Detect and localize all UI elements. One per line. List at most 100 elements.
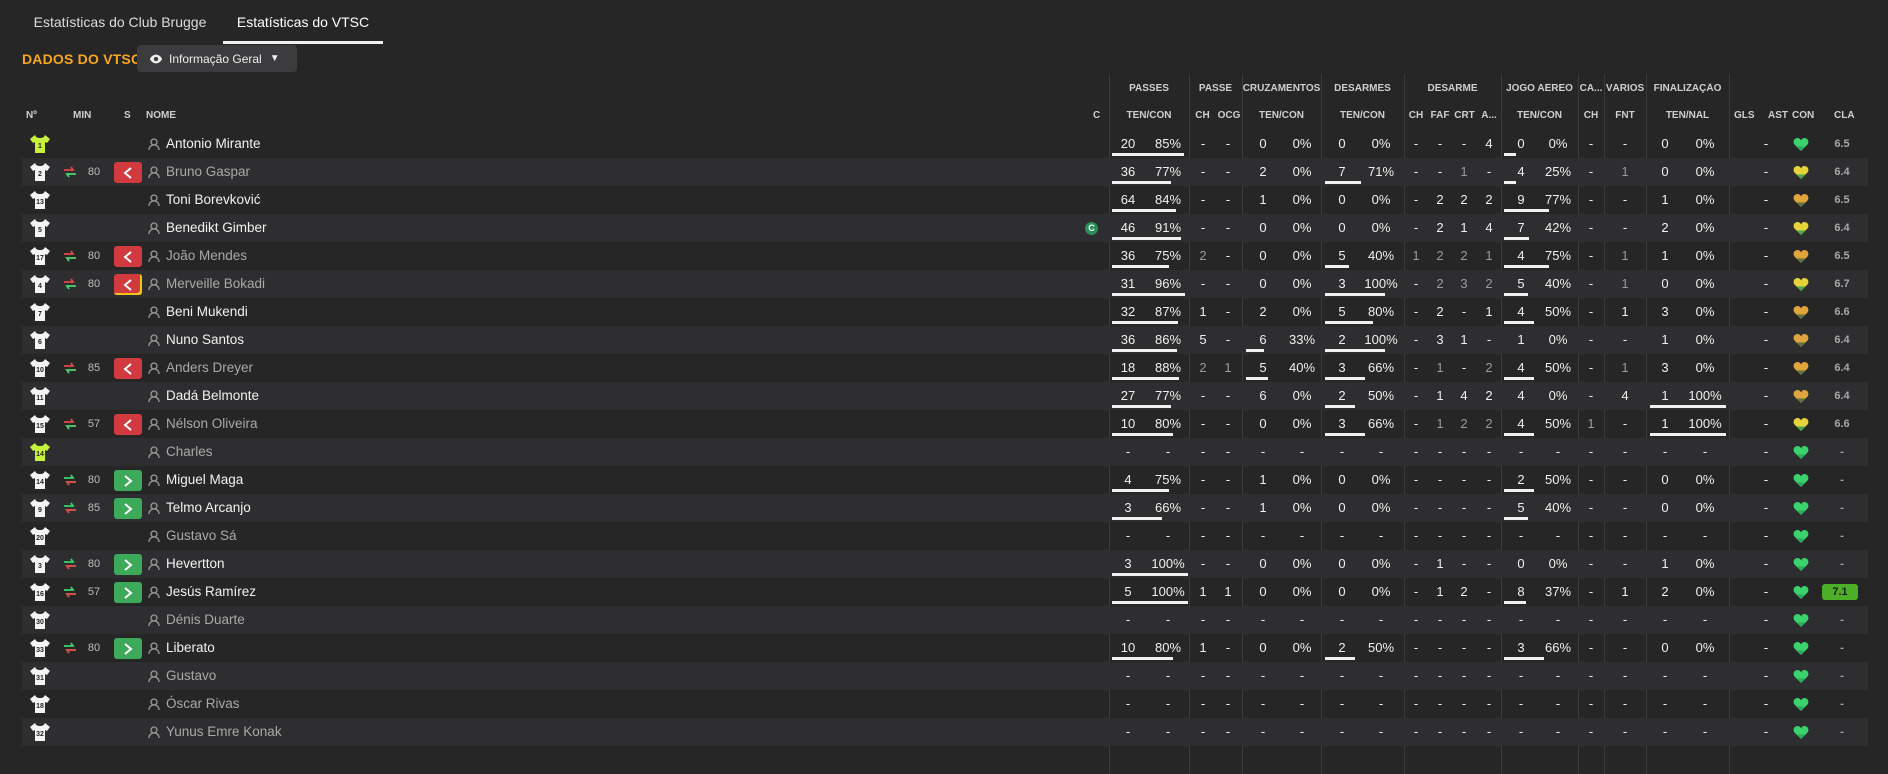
player-profile-icon[interactable] xyxy=(148,446,160,458)
player-name[interactable]: Bruno Gaspar xyxy=(166,158,250,186)
substituted-off-button[interactable] xyxy=(114,414,142,435)
player-profile-icon[interactable] xyxy=(148,334,160,346)
player-row[interactable]: 32 Yunus Emre Konak - - - - - - - - - - - - - - - - - - - - xyxy=(22,718,1868,746)
player-row[interactable]: 10 85 Anders Dreyer 18 88% 2 1 5 40% 3 66% -1-2 4 50%… xyxy=(22,354,1868,382)
player-name[interactable]: Toni Borevković xyxy=(166,186,261,214)
player-name[interactable]: João Mendes xyxy=(166,242,247,270)
stat-value: 71% xyxy=(1367,164,1395,179)
player-name[interactable]: Antonio Mirante xyxy=(166,130,261,158)
chevron-down-icon: ▼ xyxy=(269,53,280,64)
substituted-off-button[interactable] xyxy=(114,358,142,379)
player-name[interactable]: Jesús Ramírez xyxy=(166,578,256,606)
player-row[interactable]: 4 80 Merveille Bokadi 31 96% - -0 0% 3 100% -2 3 2 5 4… xyxy=(22,270,1868,298)
player-name[interactable]: Beni Mukendi xyxy=(166,298,248,326)
player-row[interactable]: 20 Gustavo Sá - - - - - - - - - - - - - - - - - - - - xyxy=(22,522,1868,550)
player-profile-icon[interactable] xyxy=(148,474,160,486)
substituted-on-button[interactable] xyxy=(114,554,142,575)
player-name[interactable]: Gustavo xyxy=(166,662,216,690)
player-profile-icon[interactable] xyxy=(148,558,160,570)
tab-club-brugge-stats[interactable]: Estatísticas do Club Brugge xyxy=(22,0,218,44)
player-row[interactable]: 3 80 Hevertton 3 100% - -0 0% 0 0% -1- -0 0% - -1 0% - - xyxy=(22,550,1868,578)
player-name[interactable]: Gustavo Sá xyxy=(166,522,237,550)
col-minutes-header[interactable]: MIN xyxy=(73,110,91,121)
substituted-on-button[interactable] xyxy=(114,498,142,519)
col-rating-header[interactable]: CLA xyxy=(1834,110,1855,121)
player-profile-icon[interactable] xyxy=(148,670,160,682)
player-name[interactable]: Dénis Duarte xyxy=(166,606,245,634)
player-row[interactable]: 11 Dadá Belmonte 27 77% - -6 0% 2 50% -1 4 2 4 0% -4 1 1… xyxy=(22,382,1868,410)
player-name[interactable]: Nélson Oliveira xyxy=(166,410,258,438)
player-row[interactable]: 7 Beni Mukendi 32 87% 1-2 0% 5 80% -2-1 4 50% -1 3 0%… xyxy=(22,298,1868,326)
player-name[interactable]: Merveille Bokadi xyxy=(166,270,265,298)
player-profile-icon[interactable] xyxy=(148,502,160,514)
substituted-off-button[interactable] xyxy=(114,274,142,295)
player-profile-icon[interactable] xyxy=(148,614,160,626)
player-name[interactable]: Liberato xyxy=(166,634,215,662)
player-profile-icon[interactable] xyxy=(148,194,160,206)
col-name-header[interactable]: NOME xyxy=(146,110,176,121)
player-name[interactable]: Dadá Belmonte xyxy=(166,382,259,410)
player-name[interactable]: Charles xyxy=(166,438,213,466)
player-profile-icon[interactable] xyxy=(148,726,160,738)
view-selector-button[interactable]: Informação Geral ▼ xyxy=(137,45,297,72)
player-name[interactable]: Óscar Rivas xyxy=(166,690,240,718)
player-row[interactable]: 9 85 Telmo Arcanjo 3 66% - -1 0% 0 0% - - - -5 40% - -0 0… xyxy=(22,494,1868,522)
player-name[interactable]: Telmo Arcanjo xyxy=(166,494,251,522)
player-row[interactable]: 31 Gustavo - - - - - - - - - - - - - - - - - - - - xyxy=(22,662,1868,690)
substituted-on-button[interactable] xyxy=(114,582,142,603)
col-goals-header[interactable]: GLS xyxy=(1734,110,1755,121)
player-name[interactable]: Benedikt Gimber xyxy=(166,214,267,242)
player-name[interactable]: Hevertton xyxy=(166,550,225,578)
stat-value: 2 xyxy=(1485,360,1493,375)
player-row[interactable]: 14 80 Miguel Maga 4 75% - -1 0% 0 0% - - - -2 50% - -0 0%… xyxy=(22,466,1868,494)
col-number-header[interactable]: Nº xyxy=(26,110,37,121)
col-substitution-header[interactable]: S xyxy=(124,110,131,121)
player-profile-icon[interactable] xyxy=(148,166,160,178)
stat-value: - xyxy=(1555,612,1561,627)
stat-value: 0% xyxy=(1292,220,1312,235)
stat-value: 2 xyxy=(1460,416,1468,431)
col-assists-header[interactable]: AST xyxy=(1768,110,1788,121)
substituted-off-button[interactable] xyxy=(114,162,142,183)
player-profile-icon[interactable] xyxy=(148,418,160,430)
svg-text:15: 15 xyxy=(36,423,44,430)
player-row[interactable]: 17 80 João Mendes 36 75% 2-0 0% 5 40% 1 2 2 1 4 75% -1 1… xyxy=(22,242,1868,270)
player-name[interactable]: Anders Dreyer xyxy=(166,354,253,382)
player-profile-icon[interactable] xyxy=(148,306,160,318)
player-row[interactable]: 13 Toni Borevković 64 84% - -1 0% 0 0% -2 2 2 9 77% - -… xyxy=(22,186,1868,214)
player-row[interactable]: 6 Nuno Santos 36 86% 5-6 33% 2 100% -3 1-1 0% - -1 0%… xyxy=(22,326,1868,354)
player-profile-icon[interactable] xyxy=(148,390,160,402)
player-profile-icon[interactable] xyxy=(148,278,160,290)
player-row[interactable]: 2 80 Bruno Gaspar 36 77% - -2 0% 7 71% - -1-4 25% -1 0… xyxy=(22,158,1868,186)
player-row[interactable]: 18 Óscar Rivas - - - - - - - - - - - - - - - - - - - - xyxy=(22,690,1868,718)
substituted-on-button[interactable] xyxy=(114,470,142,491)
svg-text:13: 13 xyxy=(36,199,44,206)
substituted-on-button[interactable] xyxy=(114,638,142,659)
player-profile-icon[interactable] xyxy=(148,138,160,150)
player-row[interactable]: 16 57 Jesús Ramírez 5 100% 1 1 0 0% 0 0% -1 2-8 37% -1… xyxy=(22,578,1868,606)
substituted-off-button[interactable] xyxy=(114,246,142,267)
kit-shirt-icon: 15 xyxy=(30,415,50,433)
player-profile-icon[interactable] xyxy=(148,698,160,710)
player-profile-icon[interactable] xyxy=(148,250,160,262)
player-row[interactable]: 30 Dénis Duarte - - - - - - - - - - - - - - - - - - - - xyxy=(22,606,1868,634)
player-profile-icon[interactable] xyxy=(148,530,160,542)
player-name[interactable]: Yunus Emre Konak xyxy=(166,718,282,746)
player-profile-icon[interactable] xyxy=(148,362,160,374)
tab-vtsc-stats[interactable]: Estatísticas do VTSC xyxy=(223,0,383,44)
minutes-played: 80 xyxy=(87,558,101,570)
player-profile-icon[interactable] xyxy=(148,642,160,654)
view-selector-label: Informação Geral xyxy=(169,51,262,66)
player-row[interactable]: 14 Charles - - - - - - - - - - - - - - - - - - - - xyxy=(22,438,1868,466)
player-profile-icon[interactable] xyxy=(148,222,160,234)
player-name[interactable]: Nuno Santos xyxy=(166,326,244,354)
chevron-right-icon xyxy=(124,586,133,599)
player-row[interactable]: 5 Benedikt Gimber C 46 91% - -0 0% 0 0% -2 1 4 7 42% - -… xyxy=(22,214,1868,242)
player-row[interactable]: 33 80 Liberato 10 80% 1-0 0% 2 50% - - - -3 66% - -0 0% -… xyxy=(22,634,1868,662)
player-profile-icon[interactable] xyxy=(148,586,160,598)
player-name[interactable]: Miguel Maga xyxy=(166,466,243,494)
col-condition-header[interactable]: CON xyxy=(1792,110,1814,121)
player-row[interactable]: 15 57 Nélson Oliveira 10 80% - -0 0% 3 66% -1 2 2 4 50… xyxy=(22,410,1868,438)
player-row[interactable]: 1 Antonio Mirante 20 85% - -0 0% 0 0% - - -4 0 0% - -0 0… xyxy=(22,130,1868,158)
column-subheader: CH xyxy=(1583,110,1599,121)
